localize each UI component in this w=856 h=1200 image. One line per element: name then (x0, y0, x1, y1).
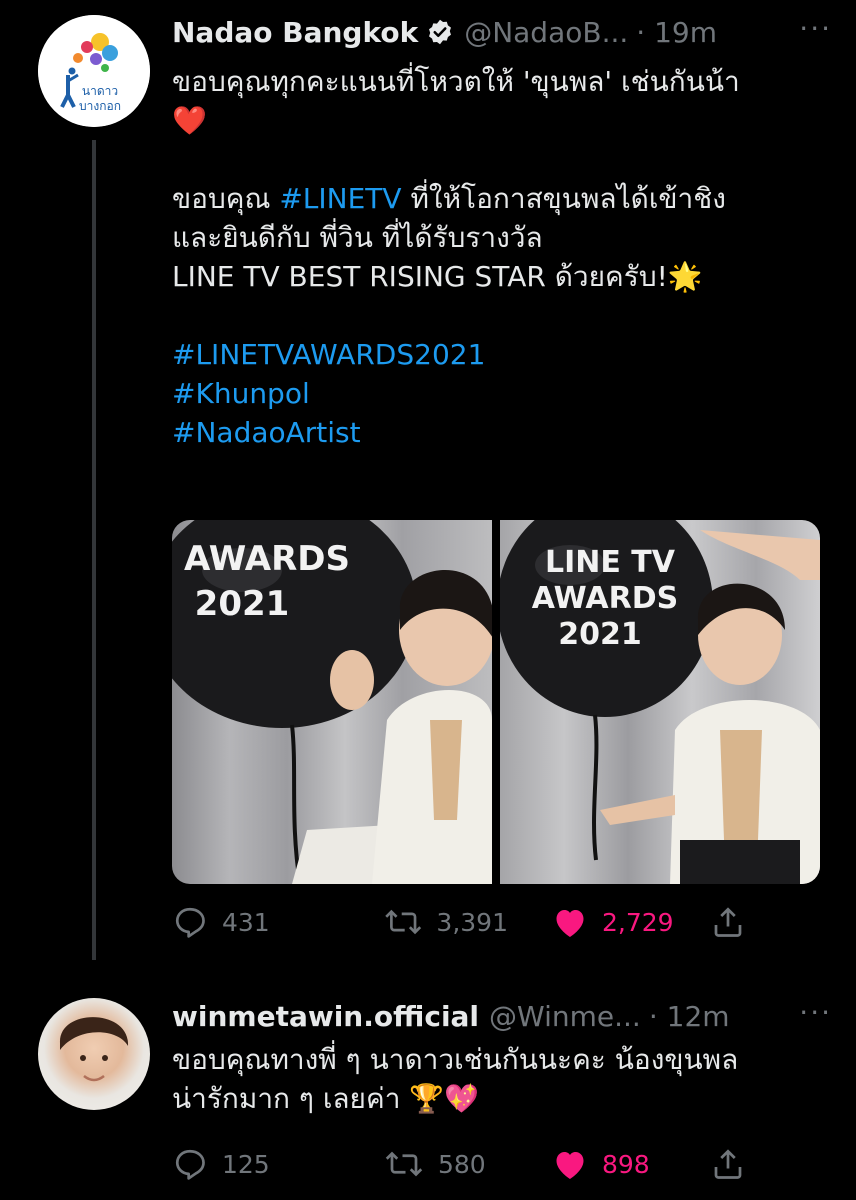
tweet-text-segment: ❤️ (172, 104, 207, 137)
share-button[interactable] (710, 904, 746, 940)
hashtag-link[interactable]: #NadaoArtist (172, 416, 361, 449)
handle[interactable]: @NadaoB... (464, 16, 628, 49)
heart-filled-icon (556, 1152, 584, 1179)
like-button[interactable]: 898 (552, 1147, 712, 1181)
tweet-text-line: ❤️ (172, 101, 826, 140)
balloon-text-1b: 2021 (195, 584, 290, 624)
winmetawin-avatar[interactable] (38, 998, 150, 1110)
tweet-text-segment: LINE TV BEST RISING STAR ด้วยครับ!🌟 (172, 260, 703, 293)
timestamp[interactable]: · 12m (649, 1000, 730, 1033)
retweet-button[interactable]: 3,391 (384, 904, 508, 940)
tweet-header: Nadao Bangkok @NadaoB... · 19m ··· (172, 12, 832, 52)
tweet-text-line: ขอบคุณทางพี่ ๆ นาดาวเช่นกันนะคะ น้องขุนพ… (172, 1040, 826, 1079)
reply-count: 125 (222, 1149, 270, 1179)
tweet-actions: 125 580 898 (172, 1144, 746, 1184)
tweet-text: ขอบคุณทางพี่ ๆ นาดาวเช่นกันนะคะ น้องขุนพ… (172, 1040, 826, 1118)
like-count: 2,729 (602, 907, 674, 937)
balloon-text-2b: AWARDS (532, 581, 678, 616)
retweet-icon (385, 1151, 423, 1177)
tweet-text-line: ขอบคุณทุกคะแนนที่โหวตให้ 'ขุนพล' เช่นกัน… (172, 62, 826, 101)
tweet-text-line: #NadaoArtist (172, 413, 826, 452)
tweet-text-line: LINE TV BEST RISING STAR ด้วยครับ!🌟 (172, 257, 826, 296)
tweet-text-line: น่ารักมาก ๆ เลยค่า 🏆💖 (172, 1079, 826, 1118)
tweet-header: winmetawin.official @Winme... · 12m ··· (172, 996, 832, 1036)
share-icon (714, 907, 742, 937)
more-options-icon[interactable]: ··· (799, 12, 832, 45)
more-options-icon[interactable]: ··· (799, 996, 832, 1029)
retweet-count: 3,391 (436, 907, 508, 937)
retweet-icon (385, 909, 422, 935)
photo-1[interactable]: AWARDS 2021 (172, 520, 492, 884)
tweet-text-line (172, 296, 826, 335)
tweet-nadao[interactable]: นาดาว บางกอก Nadao Bangkok @NadaoB... · … (0, 0, 856, 960)
reply-button[interactable]: 125 (172, 1146, 384, 1182)
display-name[interactable]: Nadao Bangkok (172, 16, 418, 49)
tweet-text-line (172, 140, 826, 179)
tweet-actions: 431 3,391 2,729 (172, 902, 746, 942)
tweet-text-segment: น่ารักมาก ๆ เลยค่า 🏆💖 (172, 1082, 480, 1115)
tweet-text-line: #LINETVAWARDS2021 (172, 335, 826, 374)
reply-icon (175, 907, 205, 938)
reply-count: 431 (222, 907, 270, 937)
tweet-text-line: และยินดีกับ พี่วิน ที่ได้รับรางวัล (172, 218, 826, 257)
like-button[interactable]: 2,729 (552, 905, 712, 939)
logo-text-line1: นาดาว (82, 84, 118, 98)
display-name[interactable]: winmetawin.official (172, 1000, 479, 1033)
thread-line (92, 140, 96, 960)
share-button[interactable] (710, 1146, 746, 1182)
photo-2[interactable]: LINE TV AWARDS 2021 (500, 520, 820, 884)
hashtag-link[interactable]: #LINETVAWARDS2021 (172, 338, 485, 371)
logo-text-line2: บางกอก (79, 99, 121, 113)
nadao-avatar[interactable]: นาดาว บางกอก (38, 15, 150, 127)
balloon-text-2a: LINE TV (545, 545, 676, 580)
verified-badge-icon (426, 18, 454, 46)
tweet-text-segment: ที่ให้โอกาสขุนพลได้เข้าชิง (401, 182, 726, 215)
hashtag-link[interactable]: #Khunpol (172, 377, 310, 410)
like-count: 898 (602, 1149, 650, 1179)
tweet-text-line: #Khunpol (172, 374, 826, 413)
heart-filled-icon (556, 910, 584, 937)
handle[interactable]: @Winme... (489, 1000, 641, 1033)
balloon-text-1a: AWARDS (184, 539, 350, 579)
hashtag-link[interactable]: #LINETV (279, 182, 401, 215)
tweet-text-segment: และยินดีกับ พี่วิน ที่ได้รับรางวัล (172, 221, 543, 254)
nadao-logo-icon: นาดาว บางกอก (38, 15, 150, 127)
retweet-count: 580 (438, 1149, 486, 1179)
timestamp[interactable]: · 19m (636, 16, 717, 49)
media-grid[interactable]: AWARDS 2021 LINE TV AWARDS 2021 (172, 520, 820, 884)
balloon-text-2c: 2021 (558, 617, 642, 652)
retweet-button[interactable]: 580 (384, 1146, 508, 1182)
reply-icon (175, 1149, 205, 1180)
share-icon (714, 1149, 742, 1179)
reply-button[interactable]: 431 (172, 904, 384, 940)
profile-photo-icon (59, 1017, 129, 1082)
tweet-winmetawin[interactable]: winmetawin.official @Winme... · 12m ··· … (0, 980, 856, 1200)
tweet-text-segment: ขอบคุณ (172, 182, 280, 215)
tweet-text-segment: ขอบคุณทางพี่ ๆ นาดาวเช่นกันนะคะ น้องขุนพ… (172, 1043, 739, 1076)
tweet-text-segment: ขอบคุณทุกคะแนนที่โหวตให้ 'ขุนพล' เช่นกัน… (172, 65, 740, 98)
tweet-text: ขอบคุณทุกคะแนนที่โหวตให้ 'ขุนพล' เช่นกัน… (172, 62, 826, 452)
tweet-text-line: ขอบคุณ #LINETV ที่ให้โอกาสขุนพลได้เข้าชิ… (172, 179, 826, 218)
